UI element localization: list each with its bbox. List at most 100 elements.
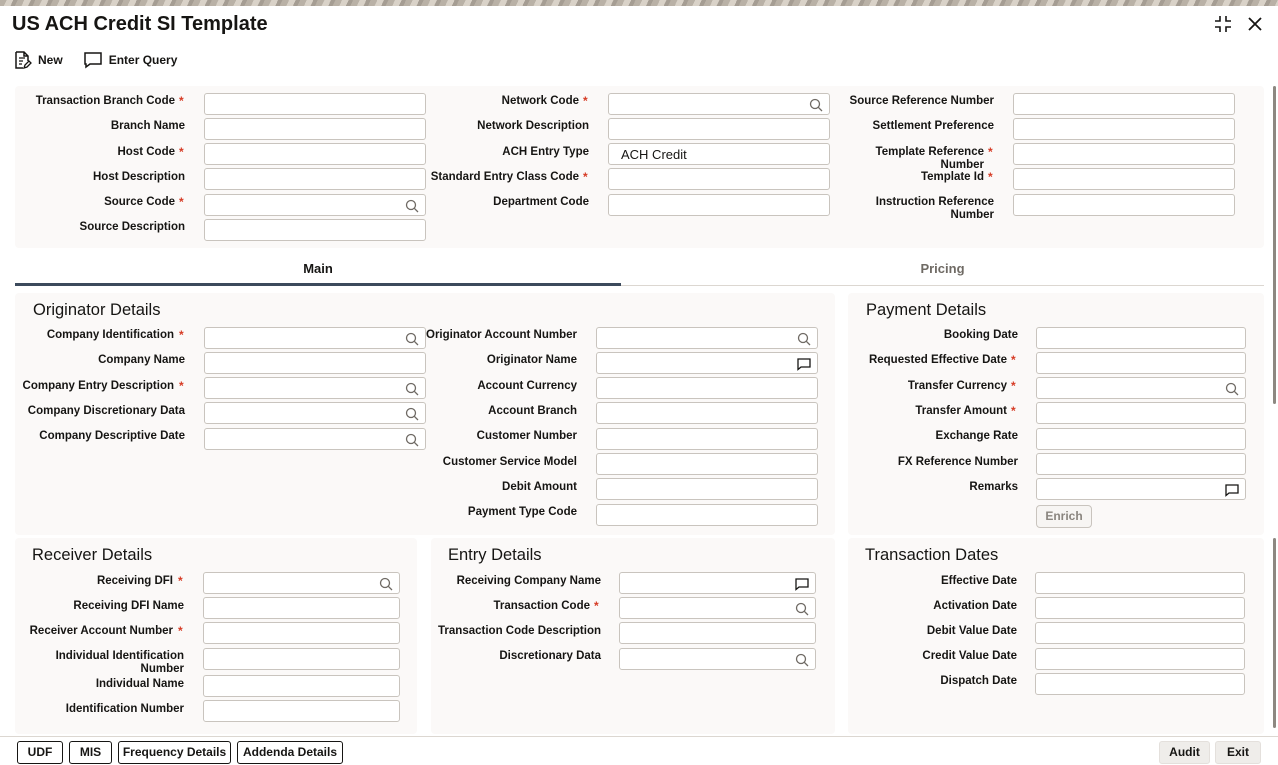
- comment-icon[interactable]: [1225, 483, 1239, 497]
- settlement-preference-label: Settlement Preference: [872, 120, 994, 132]
- required-marker: *: [179, 94, 184, 108]
- new-button[interactable]: New: [12, 50, 63, 70]
- template-id-field[interactable]: [1013, 168, 1235, 190]
- search-icon[interactable]: [405, 407, 419, 421]
- customer-number-field[interactable]: [596, 428, 818, 450]
- udf-button[interactable]: UDF: [17, 741, 63, 764]
- network-description-field[interactable]: [608, 118, 830, 140]
- vertical-scrollbar[interactable]: [1273, 86, 1276, 404]
- search-icon[interactable]: [795, 602, 809, 616]
- receiver-account-number-field[interactable]: [203, 622, 400, 644]
- source-code-field[interactable]: [204, 194, 426, 216]
- company-descriptive-date-label: Company Descriptive Date: [39, 430, 185, 442]
- source-description-field[interactable]: [204, 219, 426, 241]
- transaction-code-description-field[interactable]: [619, 622, 816, 644]
- discretionary-data-label: Discretionary Data: [499, 650, 601, 662]
- debit-value-date-field[interactable]: [1035, 622, 1245, 644]
- required-marker: *: [583, 170, 588, 184]
- required-marker: *: [179, 328, 184, 342]
- transfer-amount-label: Transfer Amount: [915, 405, 1007, 417]
- transaction-branch-code-field[interactable]: [204, 93, 426, 115]
- transaction-code-label: Transaction Code: [493, 600, 591, 612]
- requested-effective-date-field[interactable]: [1036, 352, 1246, 374]
- branch-name-field[interactable]: [204, 118, 426, 140]
- dispatch-date-field[interactable]: [1035, 673, 1245, 695]
- standard-entry-class-code-field[interactable]: [608, 168, 830, 190]
- transaction-code-field[interactable]: [619, 597, 816, 619]
- instruction-reference-number-field[interactable]: [1013, 194, 1235, 216]
- transfer-currency-field[interactable]: [1036, 377, 1246, 399]
- source-description-label: Source Description: [79, 221, 185, 233]
- receiving-dfi-field[interactable]: [203, 572, 400, 594]
- vertical-scrollbar-lower[interactable]: [1273, 538, 1276, 728]
- comment-icon[interactable]: [795, 577, 809, 591]
- company-name-field[interactable]: [204, 352, 426, 374]
- credit-value-date-field[interactable]: [1035, 648, 1245, 670]
- account-currency-field[interactable]: [596, 377, 818, 399]
- exchange-rate-field[interactable]: [1036, 428, 1246, 450]
- receiving-dfi-name-field[interactable]: [203, 597, 400, 619]
- payment-type-code-field[interactable]: [596, 504, 818, 526]
- search-icon[interactable]: [797, 332, 811, 346]
- receiving-company-name-field[interactable]: [619, 572, 816, 594]
- remarks-field[interactable]: [1036, 478, 1246, 500]
- template-reference-number-label: Template Reference Number: [875, 146, 984, 171]
- settlement-preference-field[interactable]: [1013, 118, 1235, 140]
- window-controls: [1212, 14, 1266, 34]
- account-branch-field[interactable]: [596, 402, 818, 424]
- ach-entry-type-field[interactable]: ACH Credit: [608, 143, 830, 165]
- search-icon[interactable]: [405, 332, 419, 346]
- search-icon[interactable]: [1225, 382, 1239, 396]
- search-icon[interactable]: [795, 653, 809, 667]
- tab-main[interactable]: Main: [15, 258, 621, 286]
- network-code-field[interactable]: [608, 93, 830, 115]
- search-icon[interactable]: [405, 382, 419, 396]
- receiving-company-name-label: Receiving Company Name: [456, 575, 601, 587]
- booking-date-field[interactable]: [1036, 327, 1246, 349]
- transaction-dates-title: Transaction Dates: [865, 546, 999, 564]
- search-icon[interactable]: [809, 98, 823, 112]
- minimize-icon[interactable]: [1212, 14, 1234, 34]
- source-reference-number-field[interactable]: [1013, 93, 1235, 115]
- department-code-label: Department Code: [493, 196, 589, 208]
- debit-amount-field[interactable]: [596, 478, 818, 500]
- discretionary-data-field[interactable]: [619, 648, 816, 670]
- fx-reference-number-label: FX Reference Number: [897, 456, 1018, 468]
- frequency-details-button[interactable]: Frequency Details: [118, 741, 231, 764]
- activation-date-field[interactable]: [1035, 597, 1245, 619]
- company-descriptive-date-field[interactable]: [204, 428, 426, 450]
- comment-icon[interactable]: [797, 357, 811, 371]
- individual-name-label: Individual Name: [95, 678, 184, 690]
- transfer-amount-field[interactable]: [1036, 402, 1246, 424]
- originator-name-field[interactable]: [596, 352, 818, 374]
- company-name-label: Company Name: [98, 354, 185, 366]
- mis-button[interactable]: MIS: [69, 741, 112, 764]
- effective-date-label: Effective Date: [940, 575, 1017, 587]
- audit-button[interactable]: Audit: [1159, 741, 1210, 764]
- enrich-button[interactable]: Enrich: [1036, 505, 1092, 528]
- tab-pricing[interactable]: Pricing: [621, 258, 1264, 286]
- customer-service-model-field[interactable]: [596, 453, 818, 475]
- exit-button[interactable]: Exit: [1215, 741, 1261, 764]
- individual-name-field[interactable]: [203, 675, 400, 697]
- tab-bar: Main Pricing: [15, 258, 1264, 288]
- company-entry-description-field[interactable]: [204, 377, 426, 399]
- company-discretionary-data-field[interactable]: [204, 402, 426, 424]
- fx-reference-number-field[interactable]: [1036, 453, 1246, 475]
- addenda-details-button[interactable]: Addenda Details: [237, 741, 343, 764]
- effective-date-field[interactable]: [1035, 572, 1245, 594]
- enter-query-button[interactable]: Enter Query: [83, 50, 177, 70]
- department-code-field[interactable]: [608, 194, 830, 216]
- new-document-icon: [15, 51, 32, 70]
- host-code-field[interactable]: [204, 143, 426, 165]
- host-description-field[interactable]: [204, 168, 426, 190]
- company-identification-field[interactable]: [204, 327, 426, 349]
- search-icon[interactable]: [405, 199, 419, 213]
- search-icon[interactable]: [379, 577, 393, 591]
- close-icon[interactable]: [1244, 14, 1266, 34]
- individual-identification-number-field[interactable]: [203, 648, 400, 670]
- search-icon[interactable]: [405, 433, 419, 447]
- identification-number-field[interactable]: [203, 700, 400, 722]
- template-reference-number-field[interactable]: [1013, 143, 1235, 165]
- originator-account-number-field[interactable]: [596, 327, 818, 349]
